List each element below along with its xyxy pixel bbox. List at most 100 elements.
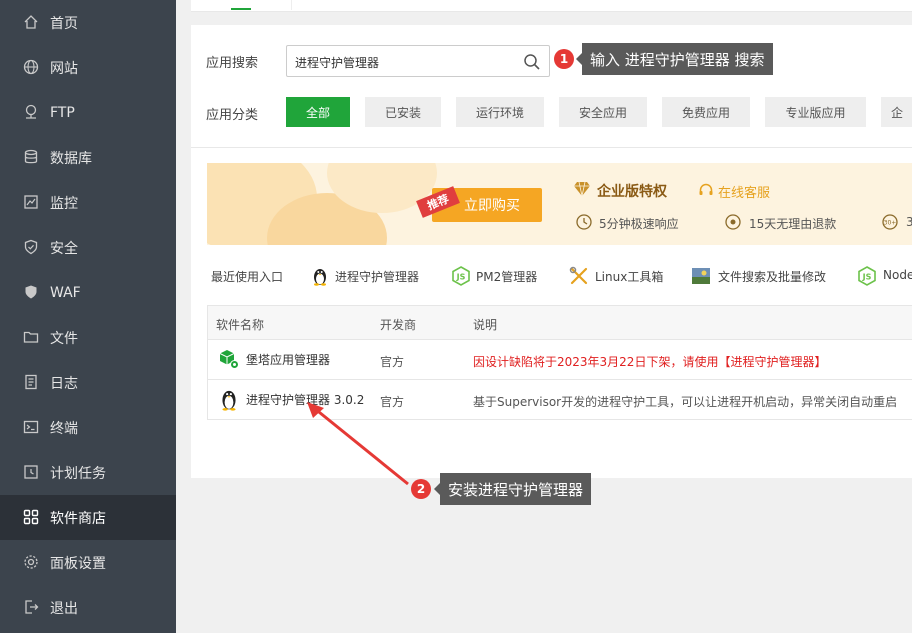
sidebar-item-label: 首页: [50, 15, 78, 32]
sidebar: 首页 网站 FTP 数据库 监控 安全 WAF 文件 日志 终端 计划任务 软件…: [0, 0, 176, 633]
table-row: 堡塔应用管理器 官方 因设计缺陷将于2023年3月22日下架，请使用【进程守护管…: [208, 340, 912, 380]
database-icon: [24, 149, 38, 164]
perk-refund: 15天无理由退款: [749, 217, 837, 231]
category-runtime[interactable]: 运行环境: [456, 97, 544, 127]
sidebar-item-database[interactable]: 数据库: [0, 135, 176, 180]
home-icon: [24, 15, 38, 29]
sidebar-item-label: 终端: [50, 420, 78, 437]
sidebar-item-label: WAF: [50, 284, 81, 301]
logout-icon: [25, 600, 39, 614]
penguin-icon: [222, 390, 236, 411]
clock-icon: [24, 465, 38, 479]
app-manager-icon: [219, 350, 239, 369]
column-header-name: 软件名称: [216, 318, 265, 332]
shield-icon: [24, 239, 38, 255]
gear-icon: [24, 555, 38, 569]
promo-banner: 立即购买 推荐 企业版特权 在线客服 5分钟极速响应 15天无理由退款 30+ …: [207, 163, 912, 245]
toolbox-icon: [569, 266, 588, 285]
nodejs-icon: JS: [452, 266, 470, 286]
active-tab-indicator: [231, 8, 251, 10]
sidebar-item-home[interactable]: 首页: [0, 0, 176, 45]
step-1-marker: 1: [554, 49, 574, 69]
sidebar-item-label: 面板设置: [50, 555, 106, 572]
app-description: 基于Supervisor开发的进程守护工具，可以让进程开机启动，异常关闭自动重启: [473, 395, 898, 409]
sidebar-item-label: 监控: [50, 195, 78, 212]
recent-label: 最近使用入口: [211, 270, 284, 284]
svg-text:JS: JS: [456, 273, 466, 282]
search-box: [286, 45, 550, 77]
column-header-developer: 开发商: [380, 318, 417, 332]
terminal-icon: [23, 420, 39, 434]
category-all[interactable]: 全部: [286, 97, 350, 127]
table-header: 软件名称 开发商 说明: [208, 306, 912, 340]
recent-item-pm2[interactable]: PM2管理器: [476, 268, 537, 285]
sidebar-item-logout[interactable]: 退出: [0, 585, 176, 630]
log-icon: [25, 374, 37, 390]
step-2-marker: 2: [411, 479, 431, 499]
recent-item-supervisor[interactable]: 进程守护管理器: [335, 268, 419, 285]
sidebar-item-label: 安全: [50, 240, 78, 257]
divider: [191, 147, 912, 148]
category-label: 应用分类: [206, 108, 259, 123]
sidebar-item-label: 计划任务: [50, 465, 106, 482]
sidebar-item-logs[interactable]: 日志: [0, 360, 176, 405]
ftp-icon: [25, 104, 37, 119]
sidebar-item-website[interactable]: 网站: [0, 45, 176, 90]
sidebar-item-label: FTP: [50, 104, 75, 121]
sidebar-item-label: 数据库: [50, 150, 92, 167]
annotation-arrow: [307, 402, 409, 486]
folder-icon: [23, 331, 39, 343]
fast-response-icon: [576, 214, 592, 230]
svg-text:JS: JS: [862, 273, 872, 282]
sidebar-item-files[interactable]: 文件: [0, 315, 176, 360]
recent-item-linux-toolbox[interactable]: Linux工具箱: [595, 268, 663, 285]
sidebar-item-label: 退出: [50, 600, 78, 617]
sidebar-item-label: 日志: [50, 375, 78, 392]
sidebar-item-label: 软件商店: [50, 510, 106, 527]
sidebar-item-security[interactable]: 安全: [0, 225, 176, 270]
search-input[interactable]: [295, 53, 515, 71]
sidebar-item-app-store[interactable]: 软件商店: [0, 495, 176, 540]
globe-icon: [23, 59, 39, 75]
headset-icon: [699, 183, 713, 195]
penguin-icon: [314, 269, 326, 286]
step-1-tooltip: 输入 进程守护管理器 搜索: [576, 43, 773, 75]
sidebar-item-ftp[interactable]: FTP: [0, 90, 176, 135]
category-free[interactable]: 免费应用: [662, 97, 750, 127]
search-icon[interactable]: [523, 53, 541, 71]
tab-divider: [291, 0, 292, 10]
apps-grid-icon: [23, 509, 39, 525]
column-header-description: 说明: [473, 318, 498, 332]
sidebar-item-monitor[interactable]: 监控: [0, 180, 176, 225]
search-label: 应用搜索: [206, 56, 259, 71]
sidebar-item-settings[interactable]: 面板设置: [0, 540, 176, 585]
category-pro[interactable]: 专业版应用: [765, 97, 866, 127]
perk-fast-response: 5分钟极速响应: [599, 217, 679, 231]
app-description: 因设计缺陷将于2023年3月22日下架，请使用【进程守护管理器】: [473, 355, 827, 369]
online-service-link[interactable]: 在线客服: [718, 182, 770, 201]
sidebar-item-terminal[interactable]: 终端: [0, 405, 176, 450]
file-search-icon: [692, 268, 710, 284]
recent-item-node[interactable]: Node: [883, 268, 912, 282]
sidebar-item-label: 文件: [50, 330, 78, 347]
app-developer: 官方: [380, 355, 405, 369]
enterprise-privilege-title: 企业版特权: [597, 184, 667, 200]
sidebar-item-label: 网站: [50, 60, 78, 77]
perk-30-icon: 30+: [882, 214, 898, 230]
node-icon: JS: [858, 266, 876, 286]
sidebar-item-cron[interactable]: 计划任务: [0, 450, 176, 495]
step-2-tooltip: 安装进程守护管理器: [433, 473, 592, 505]
perk-third: 3: [906, 215, 912, 229]
diamond-icon: [574, 181, 590, 197]
category-enterprise[interactable]: 企: [881, 97, 912, 127]
top-tab-bar: [191, 0, 912, 12]
category-security[interactable]: 安全应用: [559, 97, 647, 127]
category-installed[interactable]: 已安装: [365, 97, 441, 127]
waf-shield-icon: [25, 285, 37, 299]
app-name[interactable]: 堡塔应用管理器: [246, 351, 330, 368]
recent-item-file-search[interactable]: 文件搜索及批量修改: [718, 268, 826, 285]
svg-text:30+: 30+: [884, 220, 897, 227]
refund-icon: [725, 214, 741, 230]
main-content: 应用搜索 应用分类 全部 已安装 运行环境 安全应用 免费应用 专业版应用 企 …: [176, 0, 912, 633]
sidebar-item-waf[interactable]: WAF: [0, 270, 176, 315]
